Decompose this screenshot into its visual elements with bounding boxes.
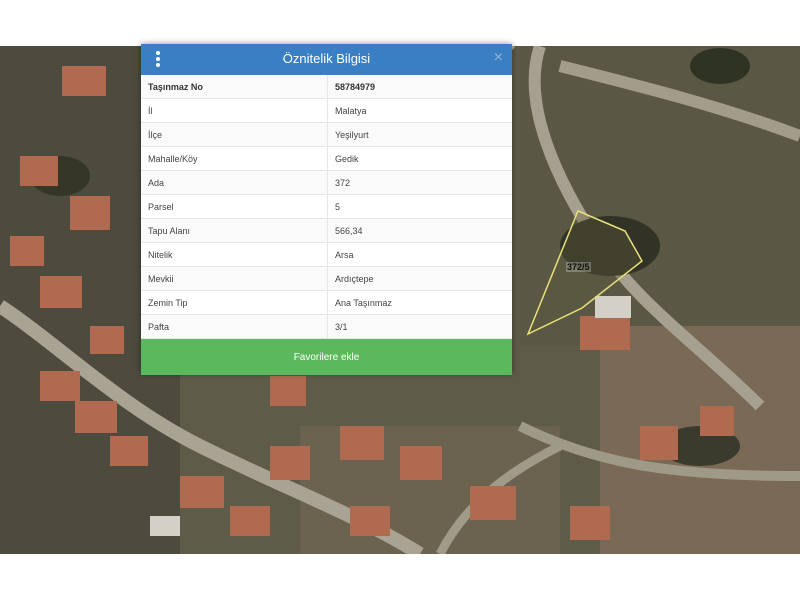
close-icon[interactable]: × (494, 49, 503, 67)
table-row: Mevkii Ardıçtepe (141, 266, 512, 291)
parcel-label: 372/5 (566, 262, 591, 272)
attribute-value: Malatya (327, 98, 512, 123)
attribute-value: 3/1 (327, 314, 512, 339)
attribute-table: Taşınmaz No 58784979 İl Malatya İlçe Yeşily… (141, 75, 512, 339)
attribute-value: 566,34 (327, 218, 512, 243)
attribute-value: Yeşilyurt (327, 122, 512, 147)
attribute-key: Nitelik (141, 242, 328, 267)
attribute-key: İlçe (141, 122, 328, 147)
attribute-key: İl (141, 98, 328, 123)
attribute-key: Zemin Tip (141, 290, 328, 315)
attribute-key: Mahalle/Köy (141, 146, 328, 171)
dialog-header: Öznitelik Bilgisi × (141, 44, 512, 75)
attribute-value: 5 (327, 194, 512, 219)
attribute-key: Parsel (141, 194, 328, 219)
attribute-value: Gedik (327, 146, 512, 171)
table-row: Pafta 3/1 (141, 314, 512, 339)
table-row: İl Malatya (141, 98, 512, 123)
dialog-title: Öznitelik Bilgisi (282, 51, 371, 66)
attribute-value: 372 (327, 170, 512, 195)
attribute-dialog: Öznitelik Bilgisi × Taşınmaz No 58784979 … (141, 44, 512, 375)
attribute-key: Pafta (141, 314, 328, 339)
table-row: Parsel 5 (141, 194, 512, 219)
attribute-key: Ada (141, 170, 328, 195)
table-row: İlçe Yeşilyurt (141, 122, 512, 147)
attribute-key: Mevkii (141, 266, 328, 291)
add-to-favorites-button[interactable]: Favorilere ekle (141, 339, 512, 375)
attribute-key: Taşınmaz No (141, 75, 328, 99)
table-row: Ada 372 (141, 170, 512, 195)
attribute-value: 58784979 (327, 75, 512, 99)
attribute-key: Tapu Alanı (141, 218, 328, 243)
attribute-value: Ana Taşınmaz (327, 290, 512, 315)
table-row: Mahalle/Köy Gedik (141, 146, 512, 171)
attribute-value: Ardıçtepe (327, 266, 512, 291)
table-row: Zemin Tip Ana Taşınmaz (141, 290, 512, 315)
table-row: Nitelik Arsa (141, 242, 512, 267)
table-row: Taşınmaz No 58784979 (141, 75, 512, 99)
table-row: Tapu Alanı 566,34 (141, 218, 512, 243)
attribute-value: Arsa (327, 242, 512, 267)
